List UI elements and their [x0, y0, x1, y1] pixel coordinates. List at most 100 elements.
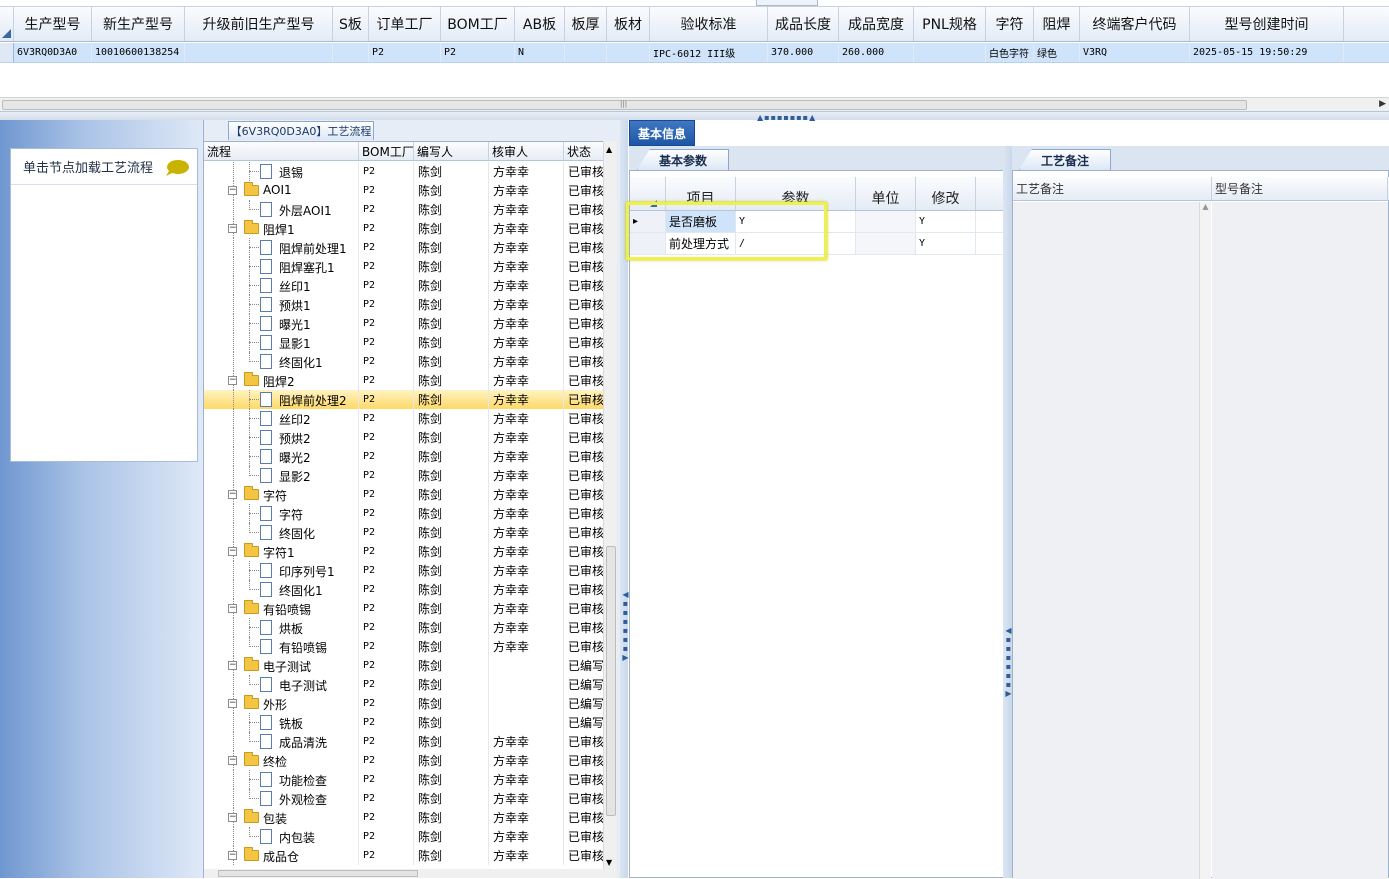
tree-row[interactable]: 阻焊前处理1 P2 陈剑 方幸幸 已审核 [204, 238, 617, 257]
collapse-icon[interactable]: − [228, 756, 237, 765]
column-header[interactable]: 订单工厂 [369, 7, 441, 41]
model-remark-column-header[interactable]: 型号备注 [1212, 177, 1388, 200]
tree-hscroll-thumb[interactable] [218, 870, 418, 877]
tree-node[interactable]: − 字符1 [204, 542, 359, 561]
tree-node[interactable]: 功能检查 [204, 770, 359, 789]
tree-row[interactable]: 终固化1 P2 陈剑 方幸幸 已审核 [204, 352, 617, 371]
grid-cell[interactable]: 10010600138254 [92, 43, 185, 62]
column-header[interactable]: 生产型号 [14, 7, 92, 41]
tree-node[interactable]: 外观检查 [204, 789, 359, 808]
tree-row[interactable]: 成品清洗 P2 陈剑 方幸幸 已审核 [204, 732, 617, 751]
tree-row[interactable]: 外观检查 P2 陈剑 方幸幸 已审核 [204, 789, 617, 808]
tree-node[interactable]: 印序列号1 [204, 561, 359, 580]
param-modify-cell[interactable]: Y [916, 233, 976, 254]
grid-cell[interactable]: 2025-05-15 19:50:29 [1190, 43, 1344, 62]
tree-node[interactable]: 显影1 [204, 333, 359, 352]
tree-node[interactable]: 终固化1 [204, 352, 359, 371]
grid-cell[interactable] [914, 43, 986, 62]
grid-cell[interactable] [185, 43, 333, 62]
tree-row[interactable]: 印序列号1 P2 陈剑 方幸幸 已审核 [204, 561, 617, 580]
tree-node[interactable]: 显影2 [204, 466, 359, 485]
column-header[interactable]: 终端客户代码 [1080, 7, 1190, 41]
tree-node[interactable]: 预烘2 [204, 428, 359, 447]
tree-row[interactable]: − 电子测试 P2 陈剑 已编写 [204, 656, 617, 675]
tree-row[interactable]: 丝印2 P2 陈剑 方幸幸 已审核 [204, 409, 617, 428]
tree-node[interactable]: − 成品仓 [204, 846, 359, 865]
tree-node[interactable]: 烘板 [204, 618, 359, 637]
tree-row[interactable]: 曝光1 P2 陈剑 方幸幸 已审核 [204, 314, 617, 333]
process-remark-column-header[interactable]: 工艺备注 [1013, 177, 1212, 200]
tree-hscrollbar[interactable] [204, 869, 617, 878]
tree-row[interactable]: 阻焊前处理2 P2 陈剑 方幸幸 已审核 [204, 390, 617, 409]
hint-box[interactable]: 单击节点加载工艺流程 [10, 148, 198, 462]
column-header[interactable]: 板厚 [565, 7, 607, 41]
tree-node[interactable]: 成品清洗 [204, 732, 359, 751]
tree-row[interactable]: 烘板 P2 陈剑 方幸幸 已审核 [204, 618, 617, 637]
tree-row[interactable]: 退锡 P2 陈剑 方幸幸 已审核 [204, 162, 617, 181]
tree-vscroll-thumb[interactable] [606, 546, 616, 816]
tree-row[interactable]: − 成品仓 P2 陈剑 方幸幸 已审核 [204, 846, 617, 865]
tree-row[interactable]: 曝光2 P2 陈剑 方幸幸 已审核 [204, 447, 617, 466]
tree-row[interactable]: − 阻焊1 P2 陈剑 方幸幸 已审核 [204, 219, 617, 238]
params-column-header[interactable]: 项目 [666, 177, 736, 210]
collapse-icon[interactable]: − [228, 813, 237, 822]
tree-column-header[interactable]: BOM工厂 [359, 142, 414, 160]
tree-node[interactable]: − 终检 [204, 751, 359, 770]
process-tree-title-tab[interactable]: 【6V3RQ0D3A0】工艺流程 [228, 121, 374, 140]
tab-process-remarks[interactable]: 工艺备注 [1019, 149, 1111, 170]
scroll-down-arrow-icon[interactable]: ▼ [606, 858, 612, 867]
param-item-cell[interactable]: 是否磨板 [666, 211, 736, 232]
params-column-header[interactable]: 修改 [916, 177, 976, 210]
column-header[interactable]: 升级前旧生产型号 [185, 7, 333, 41]
tree-node[interactable]: − 有铅喷锡 [204, 599, 359, 618]
tree-node[interactable]: 退锡 [204, 162, 359, 181]
tree-row[interactable]: − 有铅喷锡 P2 陈剑 方幸幸 已审核 [204, 599, 617, 618]
tree-node[interactable]: 字符 [204, 504, 359, 523]
param-value-cell[interactable]: / [736, 233, 856, 254]
tree-row[interactable]: − AOI1 P2 陈剑 方幸幸 已审核 [204, 181, 617, 200]
grid-cell[interactable]: P2 [369, 43, 441, 62]
column-header[interactable]: S板 [333, 7, 369, 41]
param-item-cell[interactable]: 前处理方式 [666, 233, 736, 254]
tree-node[interactable]: − 阻焊1 [204, 219, 359, 238]
param-modify-cell[interactable]: Y [916, 211, 976, 232]
tree-row[interactable]: − 终检 P2 陈剑 方幸幸 已审核 [204, 751, 617, 770]
tree-row[interactable]: 有铅喷锡 P2 陈剑 方幸幸 已审核 [204, 637, 617, 656]
tab-basic-params[interactable]: 基本参数 [637, 149, 729, 170]
grid-cell[interactable]: P2 [441, 43, 515, 62]
grid-cell[interactable]: V3RQ [1080, 43, 1190, 62]
tree-node[interactable]: 铣板 [204, 713, 359, 732]
tree-node[interactable]: 预烘1 [204, 295, 359, 314]
process-remark-field[interactable] [1013, 202, 1211, 879]
remark-vscrollbar[interactable]: ▲ [1199, 202, 1211, 879]
select-all-corner[interactable] [0, 7, 14, 41]
row-header[interactable] [0, 43, 14, 62]
grid-cell[interactable]: 绿色 [1034, 43, 1080, 62]
tree-node[interactable]: 曝光2 [204, 447, 359, 466]
tree-row[interactable]: 预烘2 P2 陈剑 方幸幸 已审核 [204, 428, 617, 447]
tree-node[interactable]: 阻焊塞孔1 [204, 257, 359, 276]
tree-node[interactable]: 曝光1 [204, 314, 359, 333]
tree-row[interactable]: 功能检查 P2 陈剑 方幸幸 已审核 [204, 770, 617, 789]
grid-cell[interactable] [565, 43, 607, 62]
tree-node[interactable]: 有铅喷锡 [204, 637, 359, 656]
column-header[interactable]: 新生产型号 [92, 7, 185, 41]
tree-row[interactable]: 铣板 P2 陈剑 已编写 [204, 713, 617, 732]
params-column-header[interactable]: 单位 [856, 177, 916, 210]
tab-basic-info[interactable]: 基本信息 [629, 120, 695, 146]
tree-node[interactable]: − AOI1 [204, 181, 359, 200]
param-unit-cell[interactable] [856, 211, 916, 232]
grid-cell[interactable]: N [515, 43, 565, 62]
tree-row[interactable]: 终固化 P2 陈剑 方幸幸 已审核 [204, 523, 617, 542]
grid-cell[interactable]: IPC-6012 III级 [650, 43, 768, 62]
tree-row[interactable]: 外层AOI1 P2 陈剑 方幸幸 已审核 [204, 200, 617, 219]
grid-cell[interactable]: 260.000 [839, 43, 914, 62]
column-header[interactable]: 验收标准 [650, 7, 768, 41]
collapse-icon[interactable]: − [228, 224, 237, 233]
tree-node[interactable]: 外层AOI1 [204, 200, 359, 219]
grid-cell[interactable] [607, 43, 650, 62]
tree-row[interactable]: 终固化1 P2 陈剑 方幸幸 已审核 [204, 580, 617, 599]
tree-node[interactable]: 阻焊前处理1 [204, 238, 359, 257]
tree-row[interactable]: 预烘1 P2 陈剑 方幸幸 已审核 [204, 295, 617, 314]
model-grid-hscrollbar[interactable]: ||| ▶ [0, 97, 1389, 111]
